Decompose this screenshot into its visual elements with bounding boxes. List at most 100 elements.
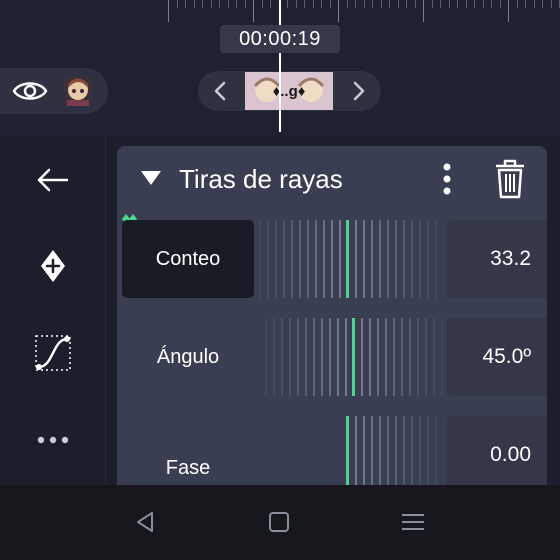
ruler-tick <box>432 0 433 8</box>
diamond-plus-icon[interactable] <box>28 241 78 291</box>
ruler-tick <box>381 0 382 8</box>
back-nav-icon[interactable] <box>130 507 160 537</box>
ruler-tick <box>542 0 543 8</box>
ruler-tick <box>534 0 535 8</box>
dial-tick <box>379 416 381 486</box>
param-row-conteo: Conteo 33.2 <box>117 212 547 302</box>
dial-tick <box>265 318 267 396</box>
ruler-tick <box>330 0 331 8</box>
ruler-tick <box>449 0 450 8</box>
param-label-fase[interactable]: Fase <box>122 416 254 486</box>
dial-indicator <box>346 416 349 486</box>
dial-tick <box>313 318 315 396</box>
dial-tick <box>403 220 405 298</box>
home-nav-icon[interactable] <box>264 507 294 537</box>
dial-tick <box>371 220 373 298</box>
fase-dial[interactable] <box>257 416 445 486</box>
more-horizontal-icon[interactable] <box>28 415 78 465</box>
dial-tick <box>369 318 371 396</box>
dial-tick <box>371 416 373 486</box>
dial-indicator <box>352 318 355 396</box>
timecode-display: 00:00:19 <box>220 25 340 53</box>
param-label-angulo[interactable]: Ángulo <box>122 318 254 396</box>
dial-tick <box>361 318 363 396</box>
ruler-tick <box>508 0 509 22</box>
ruler-tick <box>355 0 356 8</box>
ruler-tick <box>253 0 254 22</box>
ruler-tick <box>296 0 297 8</box>
param-value-angulo[interactable]: 45.0º <box>447 318 547 396</box>
ruler-tick <box>466 0 467 8</box>
dial-tick <box>385 318 387 396</box>
ruler-tick <box>517 0 518 8</box>
ruler-tick <box>270 0 271 8</box>
dial-tick <box>433 318 435 396</box>
dial-tick <box>307 220 309 298</box>
param-row-fase: Fase 0.00 <box>117 408 547 486</box>
easing-curve-icon[interactable] <box>28 328 78 378</box>
more-vertical-icon[interactable] <box>435 160 459 198</box>
dial-tick <box>289 318 291 396</box>
param-value-fase[interactable]: 0.00 <box>447 416 547 486</box>
dial-tick <box>283 220 285 298</box>
param-label-conteo[interactable]: Conteo <box>122 220 254 298</box>
ruler-tick <box>338 0 339 22</box>
ruler-tick <box>500 0 501 8</box>
dial-tick <box>337 318 339 396</box>
dial-tick <box>339 220 341 298</box>
recents-nav-icon[interactable] <box>398 507 428 537</box>
dial-tick <box>395 220 397 298</box>
dial-tick <box>291 220 293 298</box>
angulo-dial[interactable] <box>257 318 445 396</box>
dial-tick <box>363 416 365 486</box>
ruler-tick <box>415 0 416 8</box>
dial-tick <box>297 318 299 396</box>
dial-tick <box>411 416 413 486</box>
ruler-tick <box>491 0 492 8</box>
ruler-tick <box>194 0 195 8</box>
dial-tick <box>425 318 427 396</box>
ruler-tick <box>211 0 212 8</box>
arrow-left-icon[interactable] <box>28 155 78 205</box>
ruler-tick <box>372 0 373 8</box>
dial-tick <box>419 220 421 298</box>
dial-tick <box>259 220 261 298</box>
dial-tick <box>281 318 283 396</box>
layer-thumbnail[interactable] <box>63 76 93 106</box>
eye-icon[interactable] <box>10 76 50 106</box>
clip-thumbnail-strip[interactable]: ♦..g♦ <box>245 72 333 110</box>
dial-indicator <box>346 220 349 298</box>
dial-tick <box>395 416 397 486</box>
keyframe-navigator: ♦..g♦ <box>198 71 381 111</box>
dial-tick <box>321 318 323 396</box>
chevron-left-icon[interactable] <box>198 71 244 111</box>
dial-tick <box>441 318 443 396</box>
ruler-tick <box>262 0 263 8</box>
chevron-right-icon[interactable] <box>335 71 381 111</box>
dial-tick <box>403 416 405 486</box>
triangle-down-icon[interactable] <box>139 168 163 188</box>
dial-tick <box>435 220 437 298</box>
dial-tick <box>427 220 429 298</box>
dial-tick <box>393 318 395 396</box>
ruler-tick <box>202 0 203 8</box>
dial-tick <box>417 318 419 396</box>
strip-label: ♦..g♦ <box>272 83 306 100</box>
conteo-dial[interactable] <box>257 220 445 298</box>
timeline[interactable]: 00:00:19 ♦..g♦ <box>0 0 560 135</box>
ruler-tick <box>177 0 178 8</box>
dial-tick <box>401 318 403 396</box>
param-value-conteo[interactable]: 33.2 <box>447 220 547 298</box>
dial-tick <box>299 220 301 298</box>
dial-tick <box>387 416 389 486</box>
ruler-tick <box>313 0 314 8</box>
playhead[interactable] <box>279 0 281 132</box>
ruler-tick <box>525 0 526 8</box>
dial-tick <box>379 220 381 298</box>
trash-icon[interactable] <box>493 158 527 200</box>
ruler-tick <box>551 0 552 8</box>
ruler-tick <box>347 0 348 8</box>
dial-tick <box>419 416 421 486</box>
ruler-tick <box>219 0 220 8</box>
ruler-tick <box>483 0 484 8</box>
